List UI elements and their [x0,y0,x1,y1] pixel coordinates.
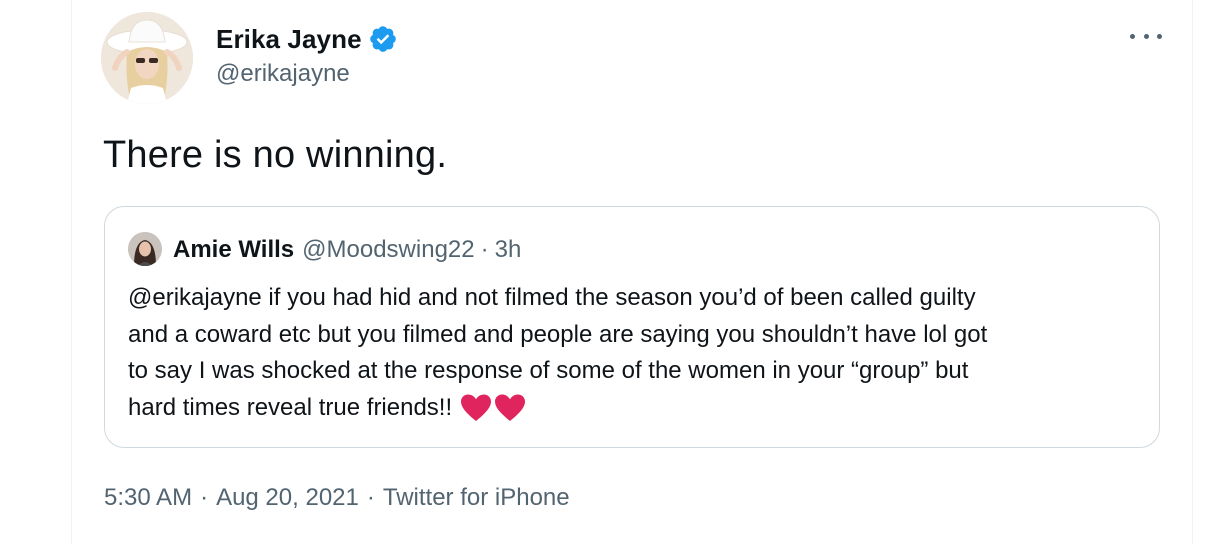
quoted-text: @erikajayne if you had hid and not filme… [128,280,1138,426]
quoted-text-line: to say I was shocked at the response of … [128,357,969,384]
quoted-author-handle[interactable]: @Moodswing22 [302,236,474,264]
heart-icon [461,394,492,422]
author-handle[interactable]: @erikajayne [216,60,350,88]
author-name-row[interactable]: Erika Jayne [216,22,398,56]
more-options-icon[interactable] [1128,24,1164,48]
verified-badge-icon [369,26,396,52]
tweet-source[interactable]: Twitter for iPhone [383,484,570,512]
more-dot [1130,33,1135,39]
quoted-author-avatar [128,232,162,266]
heart-icon [495,394,526,422]
tweet-date[interactable]: Aug 20, 2021 [216,484,359,512]
quoted-text-line: @erikajayne if you had hid and not filme… [128,284,976,311]
quoted-text-line: hard times reveal true friends!! [128,393,453,421]
author-avatar[interactable] [101,12,193,104]
heart-emoji-group [460,393,528,423]
tweet-meta: 5:30 AM · Aug 20, 2021 · Twitter for iPh… [104,484,570,512]
quoted-text-line: and a coward etc but you filmed and peop… [128,320,988,348]
tweet-page: Erika Jayne @erikajayne There is no winn… [0,0,1216,544]
more-dot [1143,33,1149,39]
separator-dot: · [200,484,209,511]
quoted-avatar-image [128,232,162,266]
tweet-time[interactable]: 5:30 AM [104,484,192,512]
separator-dot: · [480,236,489,263]
quoted-text-line-last: hard times reveal true friends!! [128,390,1138,427]
quoted-author-name[interactable]: Amie Wills [173,236,294,264]
separator-dot: · [366,484,375,511]
author-name[interactable]: Erika Jayne [216,24,362,55]
quoted-timestamp[interactable]: 3h [495,236,522,264]
more-dot [1157,33,1162,39]
author-avatar-image [101,12,193,104]
quoted-header: Amie Wills @Moodswing22 · 3h [173,234,521,266]
tweet-text: There is no winning. [103,134,448,176]
